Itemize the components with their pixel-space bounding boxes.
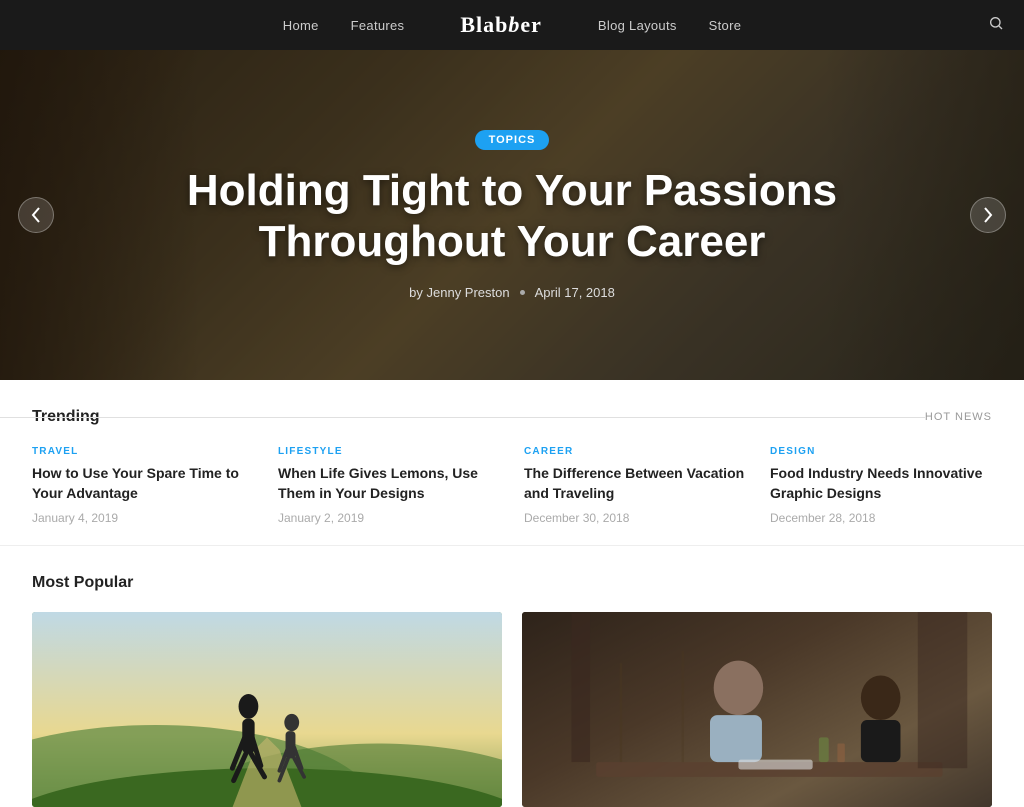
trending-item-title[interactable]: The Difference Between Vacation and Trav… [524, 464, 746, 503]
hero-meta: by Jenny Preston April 17, 2018 [80, 285, 944, 300]
site-logo: Blabber [460, 12, 542, 38]
nav-store[interactable]: Store [709, 18, 742, 33]
nav-home[interactable]: Home [283, 18, 319, 33]
popular-card[interactable] [32, 612, 502, 807]
hero-prev-button[interactable] [18, 197, 54, 233]
trending-category: LIFESTYLE [278, 446, 500, 457]
nav-links: Home Features Blabber Blog Layouts Store [283, 12, 742, 38]
hero-meta-separator [520, 290, 525, 295]
trending-date: December 28, 2018 [770, 511, 992, 525]
hero-section: TOPICS Holding Tight to Your Passions Th… [0, 50, 1024, 380]
hero-next-button[interactable] [970, 197, 1006, 233]
hero-title: Holding Tight to Your Passions Throughou… [80, 166, 944, 267]
nav-features[interactable]: Features [351, 18, 405, 33]
trending-item-title[interactable]: How to Use Your Spare Time to Your Advan… [32, 464, 254, 503]
hero-content: TOPICS Holding Tight to Your Passions Th… [0, 130, 1024, 300]
hero-badge[interactable]: TOPICS [475, 130, 550, 150]
trending-header: Trending HOT NEWS [32, 408, 992, 426]
trending-item-title[interactable]: Food Industry Needs Innovative Graphic D… [770, 464, 992, 503]
trending-date: December 30, 2018 [524, 511, 746, 525]
list-item: TRAVEL How to Use Your Spare Time to You… [32, 446, 254, 525]
list-item: CAREER The Difference Between Vacation a… [524, 446, 746, 525]
trending-date: January 2, 2019 [278, 511, 500, 525]
most-popular-title: Most Popular [32, 574, 992, 592]
list-item: LIFESTYLE When Life Gives Lemons, Use Th… [278, 446, 500, 525]
nav-blog-layouts[interactable]: Blog Layouts [598, 18, 677, 33]
list-item: DESIGN Food Industry Needs Innovative Gr… [770, 446, 992, 525]
trending-date: January 4, 2019 [32, 511, 254, 525]
search-icon[interactable] [988, 15, 1004, 36]
trending-section: Trending HOT NEWS TRAVEL How to Use Your… [0, 380, 1024, 546]
trending-item-title[interactable]: When Life Gives Lemons, Use Them in Your… [278, 464, 500, 503]
trending-category: CAREER [524, 446, 746, 457]
navigation: Home Features Blabber Blog Layouts Store [0, 0, 1024, 50]
hero-author: by Jenny Preston [409, 285, 509, 300]
trending-category: DESIGN [770, 446, 992, 457]
popular-card[interactable] [522, 612, 992, 807]
popular-grid [32, 612, 992, 807]
hero-date: April 17, 2018 [535, 285, 615, 300]
hot-news-label: HOT NEWS [925, 411, 992, 423]
trending-title: Trending [32, 408, 120, 426]
trending-grid: TRAVEL How to Use Your Spare Time to You… [32, 446, 992, 525]
trending-category: TRAVEL [32, 446, 254, 457]
most-popular-section: Most Popular [0, 546, 1024, 807]
